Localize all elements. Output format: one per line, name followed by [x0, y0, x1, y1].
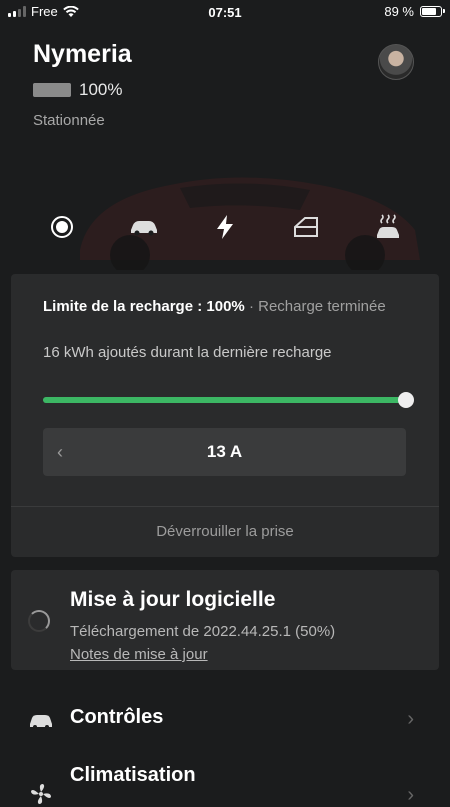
fan-icon — [31, 784, 51, 804]
avatar[interactable] — [378, 44, 414, 80]
charge-limit-label: Limite de la recharge : 100% — [43, 298, 245, 315]
menu-item-controls[interactable]: Contrôles › — [0, 694, 450, 746]
update-status: Téléchargement de 2022.44.25.1 (50%) — [70, 623, 336, 640]
vehicle-battery-icon — [33, 83, 71, 97]
charge-status: Recharge terminée — [258, 298, 386, 315]
heated-car-icon[interactable] — [366, 205, 410, 249]
charge-card: Limite de la recharge : 100% · Recharge … — [11, 274, 439, 557]
phone-battery-icon — [420, 6, 445, 17]
door-icon[interactable] — [284, 205, 328, 249]
car-icon — [30, 715, 52, 729]
menu-label-controls: Contrôles — [70, 706, 164, 728]
vehicle-battery-percent: 100% — [79, 80, 123, 99]
charge-summary: Limite de la recharge : 100% · Recharge … — [43, 294, 413, 319]
chevron-right-icon: › — [407, 784, 414, 806]
unlock-port-button[interactable]: Déverrouiller la prise — [11, 507, 439, 557]
vehicle-name: Nymeria — [33, 40, 132, 68]
amperage-value: 13 A — [206, 442, 243, 461]
bolt-icon[interactable] — [203, 205, 247, 249]
update-title: Mise à jour logicielle — [70, 588, 276, 611]
menu-item-climate[interactable]: Climatisation › — [0, 752, 450, 806]
slider-knob[interactable] — [398, 392, 414, 408]
separator-dot: · — [248, 298, 254, 315]
release-notes-link[interactable]: Notes de mise à jour — [70, 646, 208, 663]
record-icon[interactable] — [40, 205, 84, 249]
menu-label-climate: Climatisation — [70, 764, 196, 786]
status-bar: Free 07:51 89 % — [0, 0, 450, 24]
chevron-right-icon: › — [407, 708, 414, 730]
software-update-card[interactable]: Mise à jour logicielle Téléchargement de… — [11, 570, 439, 670]
energy-added: 16 kWh ajoutés durant la dernière rechar… — [43, 344, 332, 361]
phone-battery-percent: 89 % — [384, 4, 414, 19]
vehicle-state: Stationnée — [33, 112, 105, 129]
loading-spinner-icon — [28, 610, 50, 632]
car-icon[interactable] — [122, 205, 166, 249]
amperage-stepper[interactable]: ‹ 13 A — [43, 428, 406, 476]
vehicle-section-tabs — [0, 205, 450, 249]
clock: 07:51 — [208, 5, 242, 20]
charge-limit-slider[interactable] — [43, 392, 414, 408]
